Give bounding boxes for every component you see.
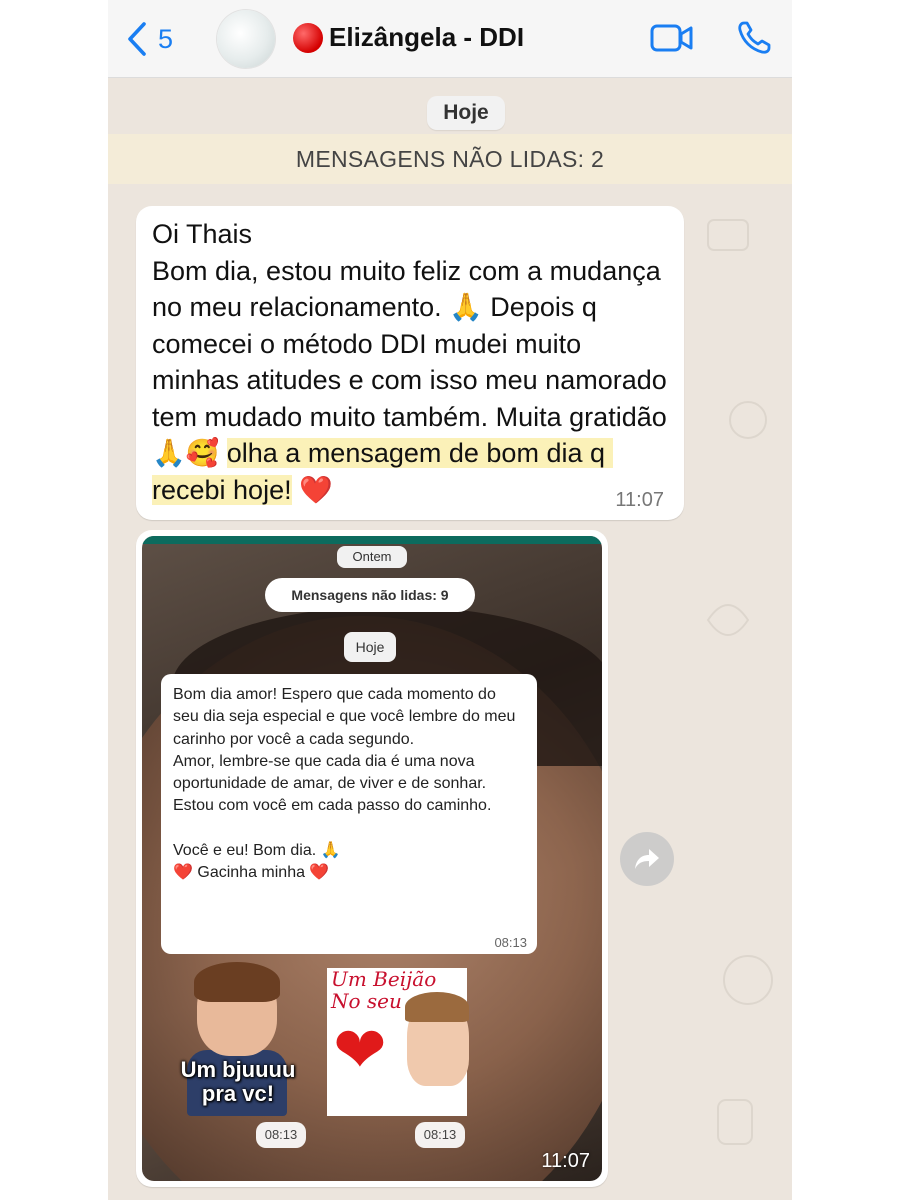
screenshot-unread-chip: Mensagens não lidas: 9 xyxy=(265,578,475,612)
message-text: Oi Thais Bom dia, estou muito feliz com … xyxy=(152,216,668,508)
incoming-message-bubble[interactable]: Oi Thais Bom dia, estou muito feliz com … xyxy=(136,206,684,520)
screenshot-message-text: Bom dia amor! Espero que cada momento do… xyxy=(173,686,516,882)
back-button[interactable]: 5 xyxy=(126,18,173,60)
image-message-bubble[interactable]: Ontem Mensagens não lidas: 9 Hoje Bom di… xyxy=(136,530,608,1187)
message-body: Bom dia, estou muito feliz com a mudança… xyxy=(152,255,675,469)
screenshot-message-time: 08:13 xyxy=(494,935,527,950)
message-tail-emoji: ❤️ xyxy=(291,474,333,505)
red-circle-icon xyxy=(293,22,323,53)
sticker-1-time: 08:13 xyxy=(256,1122,306,1148)
day-chip: Hoje xyxy=(427,96,505,130)
sticker-2-time: 08:13 xyxy=(415,1122,465,1148)
image-message-time: 11:07 xyxy=(541,1150,590,1172)
heart-icon: ❤ xyxy=(333,1014,387,1086)
screenshot-topbar xyxy=(142,536,602,544)
back-chevron-icon xyxy=(128,22,146,56)
screenshot-message-bubble: Bom dia amor! Espero que cada momento do… xyxy=(161,674,537,954)
contact-name: Elizângela - DDI xyxy=(329,22,525,52)
message-time: 11:07 xyxy=(615,489,664,511)
screenshot-yesterday-chip: Ontem xyxy=(337,546,407,568)
sticker-girl-hair xyxy=(405,992,469,1022)
shared-screenshot-image[interactable]: Ontem Mensagens não lidas: 9 Hoje Bom di… xyxy=(142,536,602,1181)
sticker-boy-hair xyxy=(194,962,280,1002)
unread-chats-count: 5 xyxy=(158,23,174,54)
video-call-button[interactable] xyxy=(650,20,694,61)
chat-header: 5 Elizângela - DDI xyxy=(108,0,792,78)
video-call-icon xyxy=(650,24,693,52)
contact-avatar[interactable] xyxy=(217,10,275,68)
forward-arrow-icon xyxy=(635,849,659,869)
kiss-sticker-girl: Um Beijão No seu ❤ xyxy=(327,968,469,1116)
kiss-sticker-boy: Um bjuuuu pra vc! xyxy=(172,962,302,1116)
screenshot-day-chip: Hoje xyxy=(344,632,396,662)
phone-call-icon xyxy=(738,21,771,54)
forward-button[interactable] xyxy=(620,832,674,886)
message-greeting: Oi Thais xyxy=(152,219,253,249)
chat-screen: 5 Elizângela - DDI Hoje MENSAGENS NÃO LI… xyxy=(108,0,792,1200)
contact-info[interactable]: Elizângela - DDI xyxy=(293,22,524,53)
sticker-boy-caption: Um bjuuuu pra vc! xyxy=(180,1057,296,1106)
voice-call-button[interactable] xyxy=(736,20,772,61)
unread-messages-banner: MENSAGENS NÃO LIDAS: 2 xyxy=(108,134,792,184)
